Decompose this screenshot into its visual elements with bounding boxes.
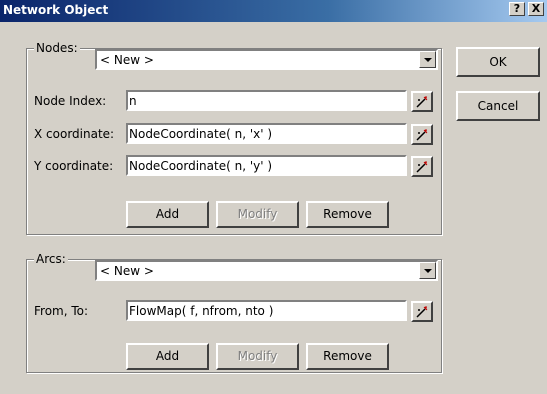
- expression-wand-icon: [416, 96, 428, 108]
- nodes-legend: Nodes:: [34, 41, 80, 55]
- arcs-legend: Arcs:: [34, 252, 68, 266]
- expression-wand-icon: [416, 306, 428, 318]
- arcs-selector[interactable]: < New >: [95, 260, 438, 281]
- from-to-expression-button[interactable]: [411, 301, 433, 322]
- ok-button[interactable]: OK: [456, 47, 540, 77]
- nodes-selector[interactable]: < New >: [95, 49, 438, 70]
- arcs-modify-button[interactable]: Modify: [216, 343, 299, 370]
- nodes-remove-button[interactable]: Remove: [306, 201, 389, 228]
- nodes-modify-button[interactable]: Modify: [216, 201, 299, 228]
- y-coordinate-field[interactable]: [126, 155, 407, 176]
- x-coordinate-input[interactable]: [129, 126, 402, 141]
- node-index-field[interactable]: [126, 90, 407, 111]
- window-title: Network Object: [3, 3, 109, 17]
- close-button[interactable]: X: [528, 2, 544, 16]
- chevron-down-icon[interactable]: [419, 262, 436, 279]
- chevron-down-icon[interactable]: [419, 51, 436, 68]
- title-bar: Network Object ? X: [0, 0, 547, 22]
- y-coordinate-input[interactable]: [129, 158, 402, 173]
- node-index-input[interactable]: [129, 93, 402, 108]
- network-object-dialog: Network Object ? X Nodes: < New > Node I…: [0, 0, 547, 394]
- x-coordinate-field[interactable]: [126, 123, 407, 144]
- cancel-button[interactable]: Cancel: [456, 91, 540, 121]
- node-index-label: Node Index:: [34, 94, 107, 108]
- expression-wand-icon: [416, 161, 428, 173]
- expression-wand-icon: [416, 129, 428, 141]
- node-index-expression-button[interactable]: [411, 91, 433, 112]
- from-to-input[interactable]: [129, 303, 402, 318]
- from-to-field[interactable]: [126, 300, 407, 321]
- help-button[interactable]: ?: [509, 2, 525, 16]
- arcs-remove-button[interactable]: Remove: [306, 343, 389, 370]
- nodes-add-button[interactable]: Add: [126, 201, 209, 228]
- nodes-selector-value: < New >: [100, 53, 154, 67]
- arcs-selector-value: < New >: [100, 264, 154, 278]
- x-coordinate-label: X coordinate:: [34, 127, 115, 141]
- x-coordinate-expression-button[interactable]: [411, 124, 433, 145]
- arcs-add-button[interactable]: Add: [126, 343, 209, 370]
- y-coordinate-label: Y coordinate:: [34, 159, 114, 173]
- from-to-label: From, To:: [34, 304, 89, 318]
- y-coordinate-expression-button[interactable]: [411, 156, 433, 177]
